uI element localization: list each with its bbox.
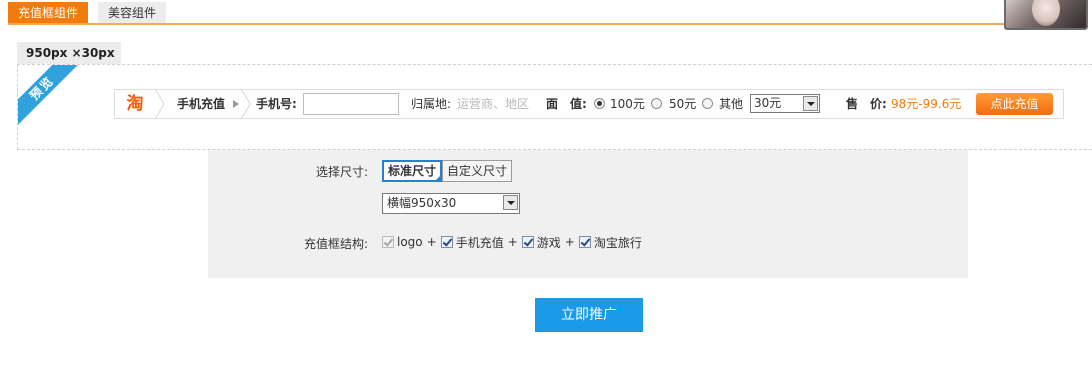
face-radio-other[interactable] xyxy=(702,98,713,109)
face-radio-100[interactable] xyxy=(594,98,605,109)
tab-recharge-component[interactable]: 充值框组件 xyxy=(8,2,89,24)
phone-label: 手机号: xyxy=(256,97,297,111)
face-option-50-label: 50元 xyxy=(669,97,697,111)
avatar[interactable] xyxy=(1004,0,1088,30)
component-tabs: 充值框组件 美容组件 xyxy=(8,2,176,24)
avatar-face-image xyxy=(1032,0,1060,26)
size-select-value: 横幅950x30 xyxy=(387,196,457,210)
game-checkbox-label: 游戏 xyxy=(536,235,561,250)
region-placeholder: 运营商、地区 xyxy=(457,97,530,111)
phone-input[interactable] xyxy=(303,93,399,115)
tab-underline xyxy=(8,23,1008,25)
recharge-bar: 淘 手机充值 手机号: 归属地: 运营商、地区 面 值: 100元 50元 其他… xyxy=(114,89,1064,119)
size-toggle: 标准尺寸 自定义尺寸 xyxy=(382,160,513,182)
chevron-down-icon[interactable] xyxy=(803,96,818,111)
chevron-down-icon[interactable] xyxy=(503,195,518,210)
structure-checklist: logo + 手机充值 + 游戏 + 淘宝旅行 xyxy=(382,234,646,250)
component-config-page: 充值框组件 美容组件 950px ×30px 预览 淘 手机充值 手机号: 归属… xyxy=(0,0,1092,381)
price-value: 98元-99.6元 xyxy=(891,97,962,111)
plus-sign: + xyxy=(426,235,437,249)
taobao-travel-checkbox[interactable] xyxy=(578,236,591,248)
plus-sign: + xyxy=(507,235,518,249)
size-label: 选择尺寸: xyxy=(315,165,368,179)
tab-beauty-component[interactable]: 美容组件 xyxy=(98,2,167,24)
game-checkbox[interactable] xyxy=(521,236,534,248)
face-value-label: 面 值: xyxy=(546,97,587,111)
chevron-right-icon xyxy=(241,90,251,118)
taobao-travel-checkbox-label: 淘宝旅行 xyxy=(593,235,642,250)
region-label: 归属地: xyxy=(411,97,452,111)
size-select[interactable]: 横幅950x30 xyxy=(382,193,520,214)
amount-select[interactable]: 30元 xyxy=(750,94,820,113)
structure-label: 充值框结构: xyxy=(303,237,368,251)
category-label[interactable]: 手机充值 xyxy=(177,90,225,118)
amount-select-value: 30元 xyxy=(754,96,782,110)
promote-now-button[interactable]: 立即推广 xyxy=(535,298,643,332)
price-label: 售 价: xyxy=(846,97,887,111)
logo-checkbox xyxy=(382,236,394,248)
mobile-recharge-checkbox-label: 手机充值 xyxy=(455,235,504,250)
plus-sign: + xyxy=(564,235,575,249)
custom-size-option[interactable]: 自定义尺寸 xyxy=(442,160,513,182)
face-radio-50[interactable] xyxy=(651,98,662,109)
size-tag: 950px ×30px xyxy=(17,42,121,64)
mobile-recharge-checkbox[interactable] xyxy=(440,236,453,248)
standard-size-option[interactable]: 标准尺寸 xyxy=(382,160,443,182)
taobao-logo-icon: 淘 xyxy=(126,94,144,114)
category-arrow-icon xyxy=(233,90,239,118)
face-option-100-label: 100元 xyxy=(610,97,645,111)
face-option-other-label: 其他 xyxy=(719,97,744,111)
preview-ribbon-label: 预览 xyxy=(18,65,81,127)
logo-checkbox-label: logo xyxy=(397,235,423,249)
recharge-now-button[interactable]: 点此充值 xyxy=(976,93,1053,115)
preview-ribbon: 预览 xyxy=(18,65,88,135)
settings-panel: 选择尺寸: 标准尺寸 自定义尺寸 横幅950x30 充值框结构: logo + … xyxy=(208,150,968,278)
chevron-right-icon xyxy=(155,90,165,118)
